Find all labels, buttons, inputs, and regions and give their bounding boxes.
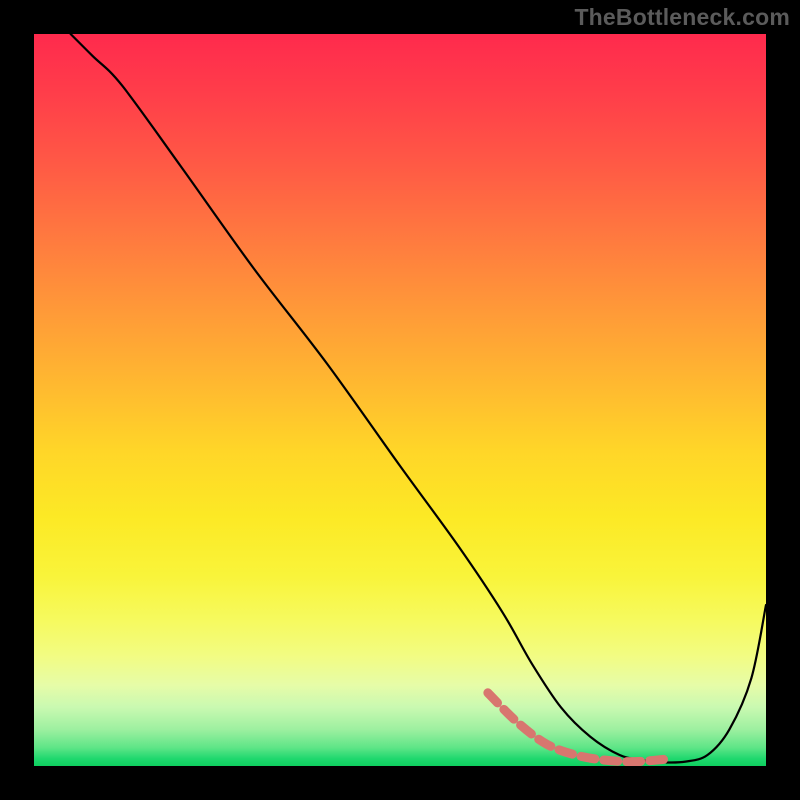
plot-area <box>34 34 766 766</box>
highlight-segment <box>488 693 664 762</box>
chart-frame: TheBottleneck.com <box>0 0 800 800</box>
main-curve <box>71 34 766 763</box>
curve-layer <box>34 34 766 766</box>
watermark-text: TheBottleneck.com <box>574 4 790 31</box>
